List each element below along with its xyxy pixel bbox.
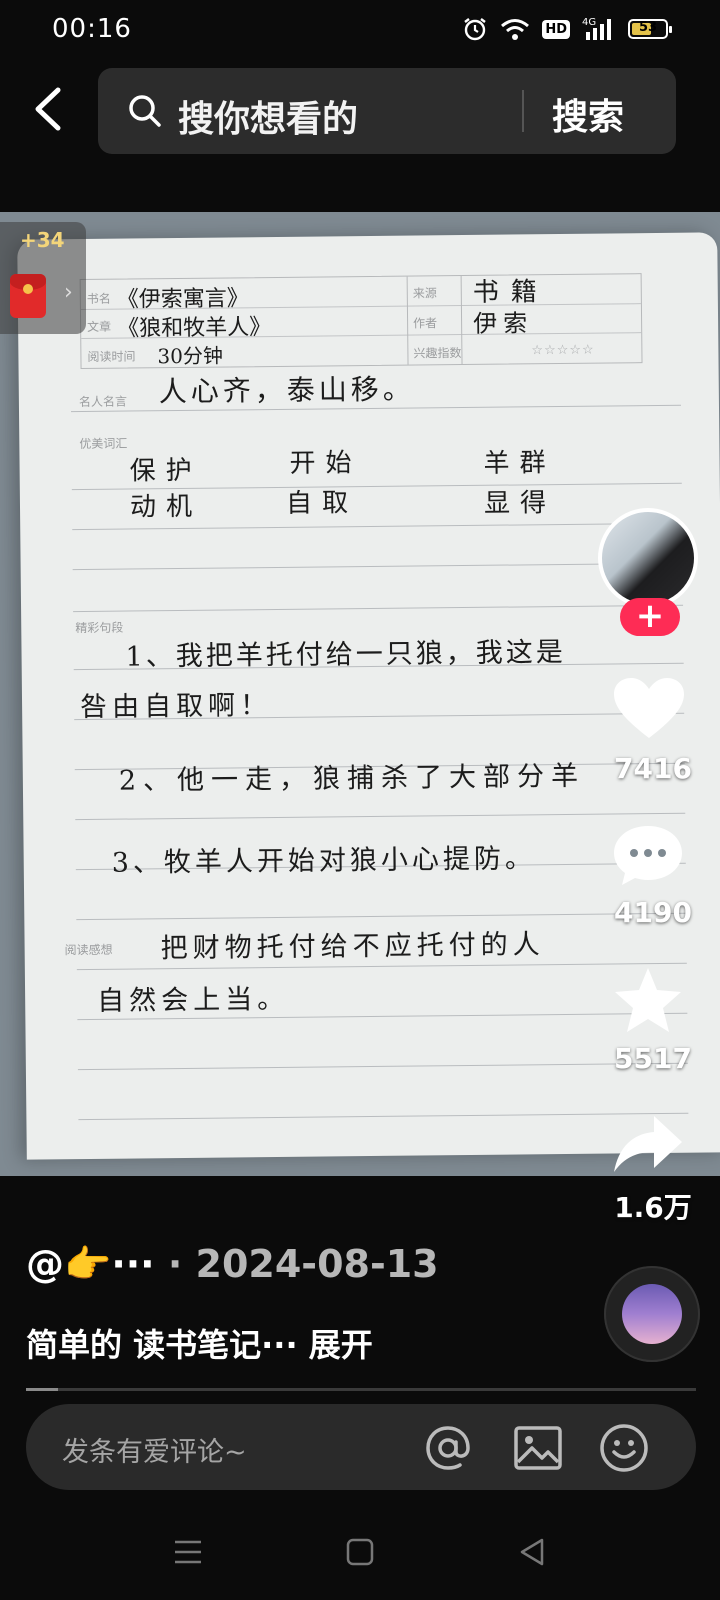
share-count: 1.6万 — [614, 1191, 692, 1224]
quote-value: 人心齐，泰山移。 — [158, 372, 415, 409]
wifi-icon — [501, 19, 530, 40]
label-words: 优美词汇 — [79, 436, 128, 452]
article-value: 《狼和牧羊人》 — [117, 315, 272, 342]
star-icon[interactable] — [612, 966, 684, 1036]
label-thoughts: 阅读感想 — [64, 942, 113, 958]
word-item: 显得 — [483, 488, 557, 519]
word-item: 保护 — [129, 455, 202, 487]
post-description[interactable]: 简单的 读书笔记··· 展开 — [26, 1320, 373, 1366]
word-item: 自取 — [285, 488, 359, 519]
search-divider — [522, 90, 524, 132]
emoji-icon[interactable] — [598, 1422, 650, 1474]
note-header-table: 书名 文章 阅读时间 来源 作者 兴趣指数 《伊索寓言》 《狼和牧羊人》 30分… — [79, 273, 643, 370]
heart-icon[interactable] — [612, 676, 686, 742]
alarm-icon — [464, 18, 487, 41]
hd-icon: HD — [542, 19, 570, 39]
back-triangle-icon[interactable] — [516, 1536, 548, 1568]
author-handle[interactable]: @👉··· — [26, 1242, 155, 1286]
comment-input-bar[interactable]: 发条有爱评论~ — [26, 1404, 696, 1490]
sentence-3: 3、牧羊人开始对狼小心提防。 — [111, 843, 537, 879]
system-nav-bar — [0, 1510, 720, 1600]
search-button[interactable]: 搜索 — [552, 88, 624, 140]
word-item: 羊群 — [483, 448, 556, 479]
red-envelope-icon — [10, 274, 46, 318]
battery-icon: 53 — [628, 19, 672, 39]
home-square-icon[interactable] — [344, 1536, 376, 1568]
search-box[interactable]: 搜你想看的 搜索 — [98, 68, 676, 154]
author-value: 伊索 — [472, 309, 534, 338]
post-date: 2024-08-13 — [195, 1242, 439, 1286]
label-source: 来源 — [412, 286, 437, 301]
thought-line-2: 自然会上当。 — [97, 983, 290, 1017]
svg-text:4G: 4G — [582, 17, 596, 28]
label-quote: 名人名言 — [78, 394, 127, 410]
signal-icon: 4G — [582, 17, 611, 40]
author-line[interactable]: @👉··· · 2024-08-13 — [26, 1242, 439, 1287]
reading-time-value: 30分钟 — [157, 343, 224, 369]
sentence-1-line-1: 1、我把羊托付给一只狼，我这是 — [125, 636, 566, 673]
sentence-2: 2、他一走，狼捕杀了大部分羊 — [118, 760, 586, 797]
label-book-name: 书名 — [86, 291, 111, 306]
search-icon — [129, 95, 161, 127]
label-interest: 兴趣指数 — [413, 346, 462, 361]
word-item: 动机 — [129, 491, 203, 523]
search-placeholder[interactable]: 搜你想看的 — [178, 90, 358, 142]
comment-input[interactable]: 发条有爱评论~ — [62, 1430, 247, 1469]
favorite-count: 5517 — [614, 1042, 692, 1075]
menu-icon[interactable] — [172, 1536, 204, 1568]
back-arrow-icon[interactable] — [30, 86, 70, 132]
status-bar: 00:16 HD 4G 53 — [0, 0, 720, 62]
interest-stars: ☆☆☆☆☆ — [531, 342, 595, 359]
top-bar: 搜你想看的 搜索 — [0, 64, 720, 154]
share-icon[interactable] — [612, 1114, 684, 1176]
mention-icon[interactable] — [422, 1422, 474, 1474]
sentence-1-line-2: 咎由自取啊！ — [79, 690, 273, 724]
image-icon[interactable] — [512, 1422, 564, 1474]
comment-icon[interactable] — [612, 822, 684, 888]
label-article: 文章 — [87, 319, 112, 334]
status-icons: HD 4G 53 — [462, 16, 672, 42]
label-reading-time: 阅读时间 — [87, 349, 136, 364]
red-packet-widget[interactable]: +34 › — [0, 222, 86, 334]
reward-count: +34 — [20, 228, 65, 252]
comment-count: 4190 — [614, 896, 692, 929]
video-progress-bar[interactable] — [26, 1388, 696, 1391]
label-sentences: 精彩句段 — [75, 620, 124, 636]
label-author: 作者 — [413, 316, 438, 331]
chevron-right-icon: › — [64, 280, 73, 305]
follow-button[interactable]: + — [620, 598, 680, 636]
creator-avatar[interactable] — [598, 508, 698, 608]
thought-line-1: 把财物托付给不应托付的人 — [160, 929, 545, 965]
music-disc-icon[interactable] — [604, 1266, 700, 1362]
status-time: 00:16 — [52, 14, 132, 44]
like-count: 7416 — [614, 752, 692, 785]
word-item: 开始 — [289, 448, 362, 479]
